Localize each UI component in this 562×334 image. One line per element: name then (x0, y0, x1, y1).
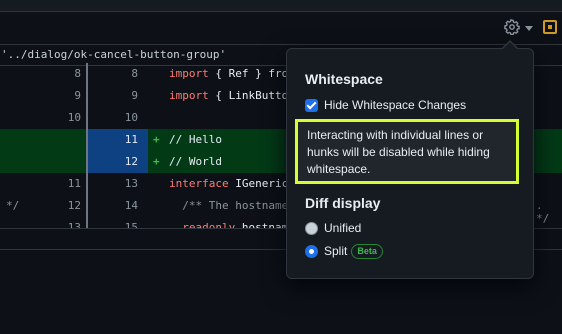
old-line-number[interactable]: 10 (51, 111, 81, 124)
code-token: IGenericG (228, 177, 295, 190)
gutter-divider (86, 85, 88, 107)
chevron-down-icon (525, 26, 533, 31)
gear-icon (504, 19, 520, 35)
code-token: // World (169, 155, 222, 168)
code-token: import (169, 67, 209, 80)
hide-whitespace-label[interactable]: Hide Whitespace Changes (324, 98, 466, 112)
old-line-number[interactable]: 11 (51, 177, 81, 190)
split-label[interactable]: Split (324, 244, 347, 258)
old-line-number[interactable]: 12 (51, 199, 81, 212)
unified-label[interactable]: Unified (324, 221, 361, 235)
code-line: import { LinkButton (169, 89, 295, 102)
gutter-divider (86, 107, 88, 129)
hide-whitespace-checkbox[interactable] (305, 98, 318, 112)
split-radio[interactable] (305, 244, 318, 258)
code-token: { LinkButton (208, 89, 295, 102)
new-line-number[interactable]: 10 (108, 111, 138, 124)
unified-radio[interactable] (305, 221, 318, 235)
diff-display-heading: Diff display (305, 195, 381, 211)
new-line-number[interactable]: 8 (108, 67, 138, 80)
code-line: // Hello (169, 133, 222, 146)
whitespace-heading: Whitespace (305, 71, 383, 87)
panel-toggle-icon[interactable] (543, 20, 557, 34)
added-line-marker: + (153, 133, 160, 146)
hide-whitespace-checkbox-row[interactable]: Hide Whitespace Changes (305, 97, 466, 113)
code-token: import (169, 89, 209, 102)
truncated-left-code: */ (6, 199, 20, 212)
new-line-number[interactable]: 9 (108, 89, 138, 102)
new-line-number[interactable]: 13 (108, 177, 138, 190)
beta-badge: Beta (351, 243, 383, 259)
top-strip (0, 0, 562, 12)
code-line: import { Ref } from (169, 67, 295, 80)
split-option[interactable]: Split Beta (305, 243, 383, 259)
new-line-number[interactable]: 14 (108, 199, 138, 212)
code-token: // Hello (169, 133, 222, 146)
code-line: // World (169, 155, 222, 168)
old-line-number[interactable]: 9 (51, 89, 81, 102)
code-line: /** The hostname (169, 199, 288, 212)
old-line-number[interactable]: 8 (51, 67, 81, 80)
diff-toolbar (0, 0, 562, 44)
code-token: interface (169, 177, 229, 190)
new-line-number[interactable]: 12 (108, 155, 138, 168)
code-token: /** The hostname (169, 199, 289, 212)
new-line-number[interactable]: 11 (108, 133, 138, 146)
gutter-divider (86, 173, 88, 195)
diff-settings-popover: Whitespace Hide Whitespace Changes Inter… (286, 40, 534, 279)
gutter-divider (86, 195, 88, 217)
gutter-divider (86, 129, 88, 151)
file-path-text: '../dialog/ok-cancel-button-group' (1, 48, 227, 61)
diff-settings-button[interactable] (504, 19, 534, 39)
unified-option[interactable]: Unified (305, 220, 361, 236)
added-line-marker: + (153, 155, 160, 168)
whitespace-warning-note: Interacting with individual lines or hun… (295, 119, 519, 184)
gutter-divider (86, 63, 88, 85)
code-line: interface IGenericG (169, 177, 295, 190)
code-token: { Ref } from (208, 67, 295, 80)
gutter-divider (86, 151, 88, 173)
